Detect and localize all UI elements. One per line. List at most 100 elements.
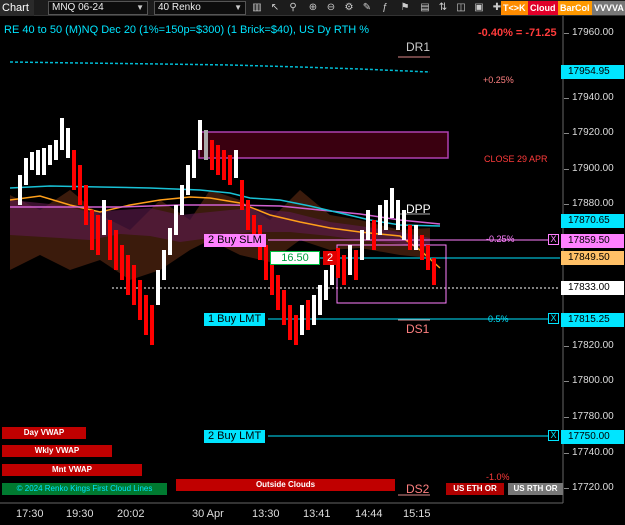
- y-label: 17900.00: [572, 163, 614, 174]
- renko-brick: [216, 145, 220, 175]
- price-tag-upper-vwap: 17954.95: [561, 65, 624, 79]
- cancel-buy-lmt-1-icon[interactable]: X: [548, 313, 559, 324]
- renko-brick: [66, 128, 70, 158]
- renko-brick: [372, 220, 376, 250]
- renko-brick: [300, 305, 304, 335]
- chevron-down-icon: ▼: [136, 3, 144, 12]
- chart-title: RE 40 to 50 (M)NQ Dec 20 (1%=150p=$300) …: [4, 24, 370, 36]
- renko-brick: [24, 158, 28, 185]
- renko-brick: [168, 228, 172, 255]
- renko-brick: [84, 185, 88, 225]
- renko-brick: [234, 150, 238, 178]
- bar-style-icon[interactable]: ▥: [250, 1, 264, 15]
- renko-brick: [192, 150, 196, 178]
- price-tag-buy-slm: 17859.50: [561, 234, 624, 248]
- y-label: 17940.00: [572, 92, 614, 103]
- us-rth-or-button[interactable]: US RTH OR: [508, 483, 563, 495]
- renko-brick: [48, 145, 52, 165]
- renko-brick: [276, 275, 280, 310]
- renko-brick: [210, 140, 214, 170]
- barcol-toggle-button[interactable]: BarCol: [558, 1, 592, 15]
- properties-icon[interactable]: ⚙: [342, 1, 356, 15]
- renko-brick: [162, 250, 166, 280]
- wkly-vwap-button[interactable]: Wkly VWAP: [2, 445, 112, 457]
- buy-lmt-order-2[interactable]: 2 Buy LMT: [204, 430, 266, 443]
- renko-brick: [408, 225, 412, 250]
- renko-brick: [222, 150, 226, 180]
- bracket-value-box[interactable]: 16.50: [270, 251, 320, 265]
- renko-brick: [420, 235, 424, 260]
- price-tag-orange: 17849.50: [561, 251, 624, 265]
- first-cloud-lines-button[interactable]: © 2024 Renko Kings First Cloud Lines: [2, 483, 167, 495]
- tk-toggle-button[interactable]: T<>K: [501, 1, 528, 15]
- dr1-label: DR1: [406, 40, 431, 54]
- templates-icon[interactable]: ▤: [418, 1, 432, 15]
- x-label: 30 Apr: [192, 508, 224, 520]
- bar-type-label: 40 Renko: [158, 2, 201, 13]
- buy-lmt-order-1[interactable]: 1 Buy LMT: [204, 313, 266, 326]
- link-icon[interactable]: ⚲: [286, 1, 300, 15]
- renko-brick: [282, 290, 286, 325]
- renko-brick: [186, 165, 190, 195]
- renko-brick: [384, 200, 388, 230]
- renko-brick: [306, 300, 310, 330]
- cloud-toggle-button[interactable]: Cloud: [528, 1, 558, 15]
- chart-menu-button[interactable]: Chart: [0, 0, 34, 16]
- renko-brick: [204, 130, 208, 160]
- renko-brick: [390, 188, 394, 218]
- y-label: 17740.00: [572, 447, 614, 458]
- y-label: 17820.00: [572, 340, 614, 351]
- pct-minus-05: 0.5%: [488, 314, 509, 324]
- indicators-icon[interactable]: ƒ: [378, 1, 392, 15]
- renko-brick: [396, 200, 400, 230]
- renko-brick: [246, 200, 250, 230]
- renko-brick: [378, 205, 382, 235]
- renko-brick: [138, 280, 142, 320]
- y-label: 17880.00: [572, 198, 614, 209]
- price-tag-last: 17833.00: [561, 281, 624, 295]
- renko-brick: [102, 200, 106, 235]
- draw-icon[interactable]: ✎: [360, 1, 374, 15]
- renko-brick: [54, 140, 58, 160]
- split-icon[interactable]: ◫: [454, 1, 468, 15]
- renko-brick: [354, 250, 358, 280]
- renko-brick: [30, 152, 34, 170]
- renko-brick: [240, 180, 244, 210]
- zoom-in-icon[interactable]: ⊕: [306, 1, 320, 15]
- instrument-selector[interactable]: MNQ 06-24 ▼: [48, 1, 148, 15]
- ds1-label: DS1: [406, 322, 430, 336]
- screenshot-icon[interactable]: ▣: [472, 1, 486, 15]
- strategy-icon[interactable]: ⚑: [398, 1, 412, 15]
- us-eth-or-button[interactable]: US ETH OR: [446, 483, 504, 495]
- cancel-buy-lmt-2-icon[interactable]: X: [548, 430, 559, 441]
- y-label: 17920.00: [572, 127, 614, 138]
- x-label: 19:30: [66, 508, 94, 520]
- renko-brick: [36, 150, 40, 175]
- renko-brick: [126, 255, 130, 295]
- chart-trader-icon[interactable]: ⇅: [436, 1, 450, 15]
- renko-brick: [180, 185, 184, 215]
- x-label: 13:30: [252, 508, 280, 520]
- chevron-down-icon: ▼: [234, 3, 242, 12]
- day-vwap-button[interactable]: Day VWAP: [2, 427, 86, 439]
- bar-type-selector[interactable]: 40 Renko ▼: [154, 1, 246, 15]
- bracket-qty-box[interactable]: 2: [323, 251, 337, 265]
- renko-brick: [198, 120, 202, 150]
- x-label: 13:41: [303, 508, 331, 520]
- zoom-out-icon[interactable]: ⊖: [324, 1, 338, 15]
- buy-slm-order[interactable]: 2 Buy SLM: [204, 234, 266, 247]
- renko-brick: [96, 215, 100, 255]
- y-label: 17960.00: [572, 27, 614, 38]
- pointer-icon[interactable]: ↖: [268, 1, 282, 15]
- price-tag-ma: 17870.65: [561, 214, 624, 228]
- vvvva-toggle-button[interactable]: VVVVA: [592, 1, 625, 15]
- dpp-label: DPP: [406, 202, 431, 216]
- mnt-vwap-button[interactable]: Mnt VWAP: [2, 464, 142, 476]
- renko-brick: [264, 245, 268, 280]
- renko-brick: [324, 270, 328, 300]
- renko-brick: [288, 305, 292, 340]
- cancel-buy-slm-icon[interactable]: X: [548, 234, 559, 245]
- renko-brick: [414, 225, 418, 250]
- outside-clouds-button[interactable]: Outside Clouds: [176, 479, 395, 491]
- renko-brick: [426, 245, 430, 270]
